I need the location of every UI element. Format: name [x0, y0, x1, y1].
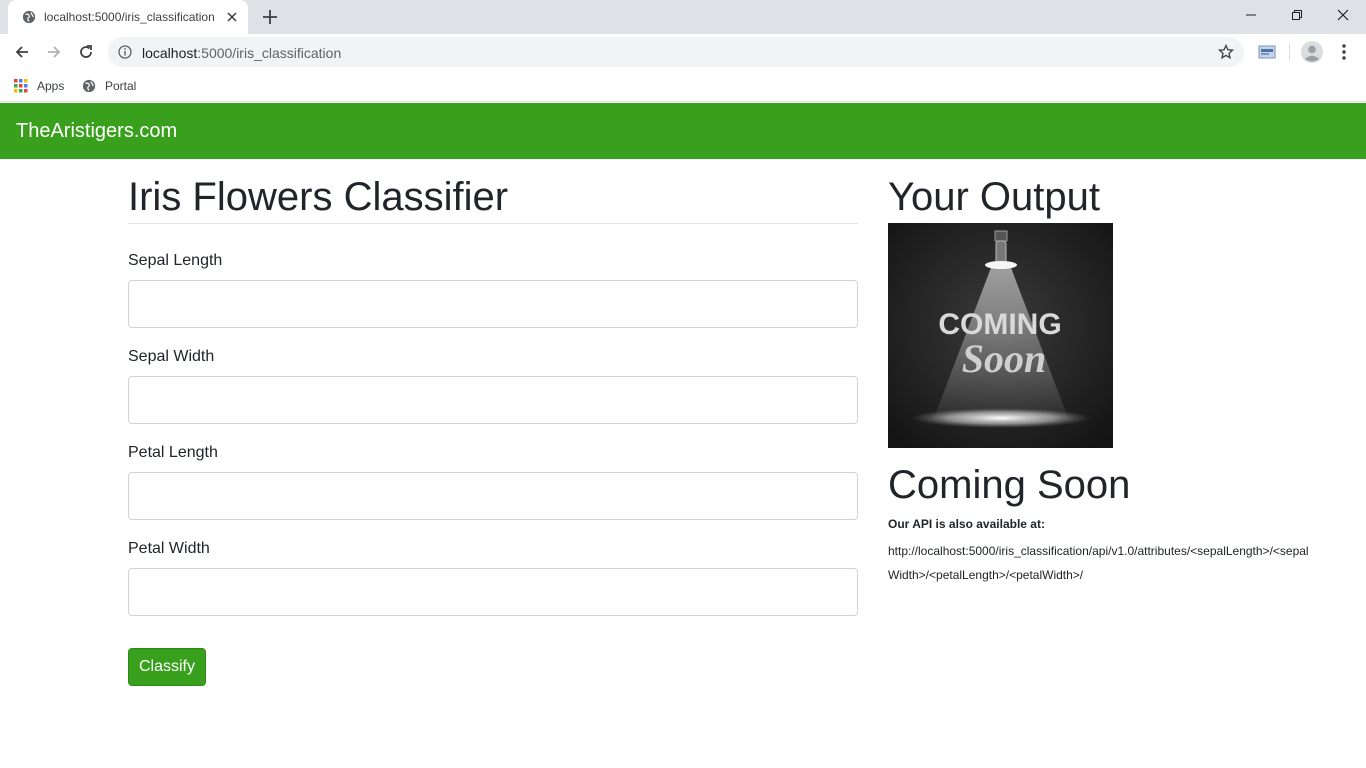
site-navbar: TheAristigers.com	[0, 103, 1366, 159]
profile-avatar-icon[interactable]	[1301, 41, 1323, 63]
petal-length-label: Petal Length	[128, 444, 218, 461]
browser-tab-strip: localhost:5000/iris_classification	[0, 0, 1366, 34]
close-tab-icon[interactable]	[224, 9, 240, 25]
back-arrow-icon	[15, 46, 28, 58]
petal-width-input[interactable]	[128, 568, 858, 616]
bookmark-label: Apps	[37, 79, 65, 93]
bookmark-label: Portal	[105, 79, 137, 93]
restore-button[interactable]	[1274, 0, 1320, 30]
minimize-icon	[1246, 14, 1256, 16]
bookmark-portal[interactable]: Portal	[82, 76, 136, 96]
info-icon[interactable]	[118, 45, 132, 59]
forward-button[interactable]	[42, 40, 66, 64]
more-menu-icon[interactable]	[1336, 42, 1352, 62]
coming-soon-image: COMING Soon	[888, 223, 1113, 448]
minimize-button[interactable]	[1228, 0, 1274, 30]
api-url: http://localhost:5000/iris_classificatio…	[888, 544, 1309, 582]
sepal-width-input[interactable]	[128, 376, 858, 424]
extension-icon[interactable]	[1258, 44, 1276, 60]
close-icon	[1337, 9, 1349, 21]
brand-link[interactable]: TheAristigers.com	[16, 120, 177, 143]
petal-length-input[interactable]	[128, 472, 858, 520]
url-host: localhost	[142, 45, 198, 61]
toolbar-divider	[1289, 44, 1290, 60]
globe-icon	[82, 79, 96, 93]
reload-icon	[80, 45, 92, 58]
bookmark-star-icon[interactable]	[1218, 44, 1234, 60]
bookmark-apps[interactable]: Apps	[14, 76, 64, 96]
title-divider	[128, 223, 858, 224]
browser-toolbar: localhost:5000/iris_classification	[0, 34, 1366, 70]
globe-icon	[22, 10, 36, 24]
sepal-length-label: Sepal Length	[128, 252, 223, 269]
address-bar[interactable]: localhost:5000/iris_classification	[108, 37, 1244, 67]
apps-grid-icon	[14, 79, 28, 93]
address-url[interactable]: localhost:5000/iris_classification	[142, 45, 341, 61]
forward-arrow-icon	[48, 46, 61, 58]
page-title: Iris Flowers Classifier	[128, 175, 509, 219]
coming-soon-heading: Coming Soon	[888, 463, 1131, 507]
tab-title: localhost:5000/iris_classification	[44, 10, 215, 24]
url-path: :5000/iris_classification	[197, 45, 342, 61]
new-tab-icon[interactable]	[260, 7, 280, 27]
close-window-button[interactable]	[1320, 0, 1366, 30]
reload-button[interactable]	[74, 40, 98, 64]
sepal-length-input[interactable]	[128, 280, 858, 328]
browser-tab[interactable]: localhost:5000/iris_classification	[8, 0, 248, 34]
output-title: Your Output	[888, 175, 1101, 219]
image-text-bottom: Soon	[962, 336, 1047, 381]
sepal-width-label: Sepal Width	[128, 348, 215, 365]
api-label: Our API is also available at:	[888, 517, 1045, 531]
petal-width-label: Petal Width	[128, 540, 210, 557]
back-button[interactable]	[10, 40, 34, 64]
bookmarks-bar: Apps Portal	[0, 70, 1366, 102]
restore-icon	[1292, 10, 1302, 20]
classify-button[interactable]: Classify	[128, 648, 206, 686]
